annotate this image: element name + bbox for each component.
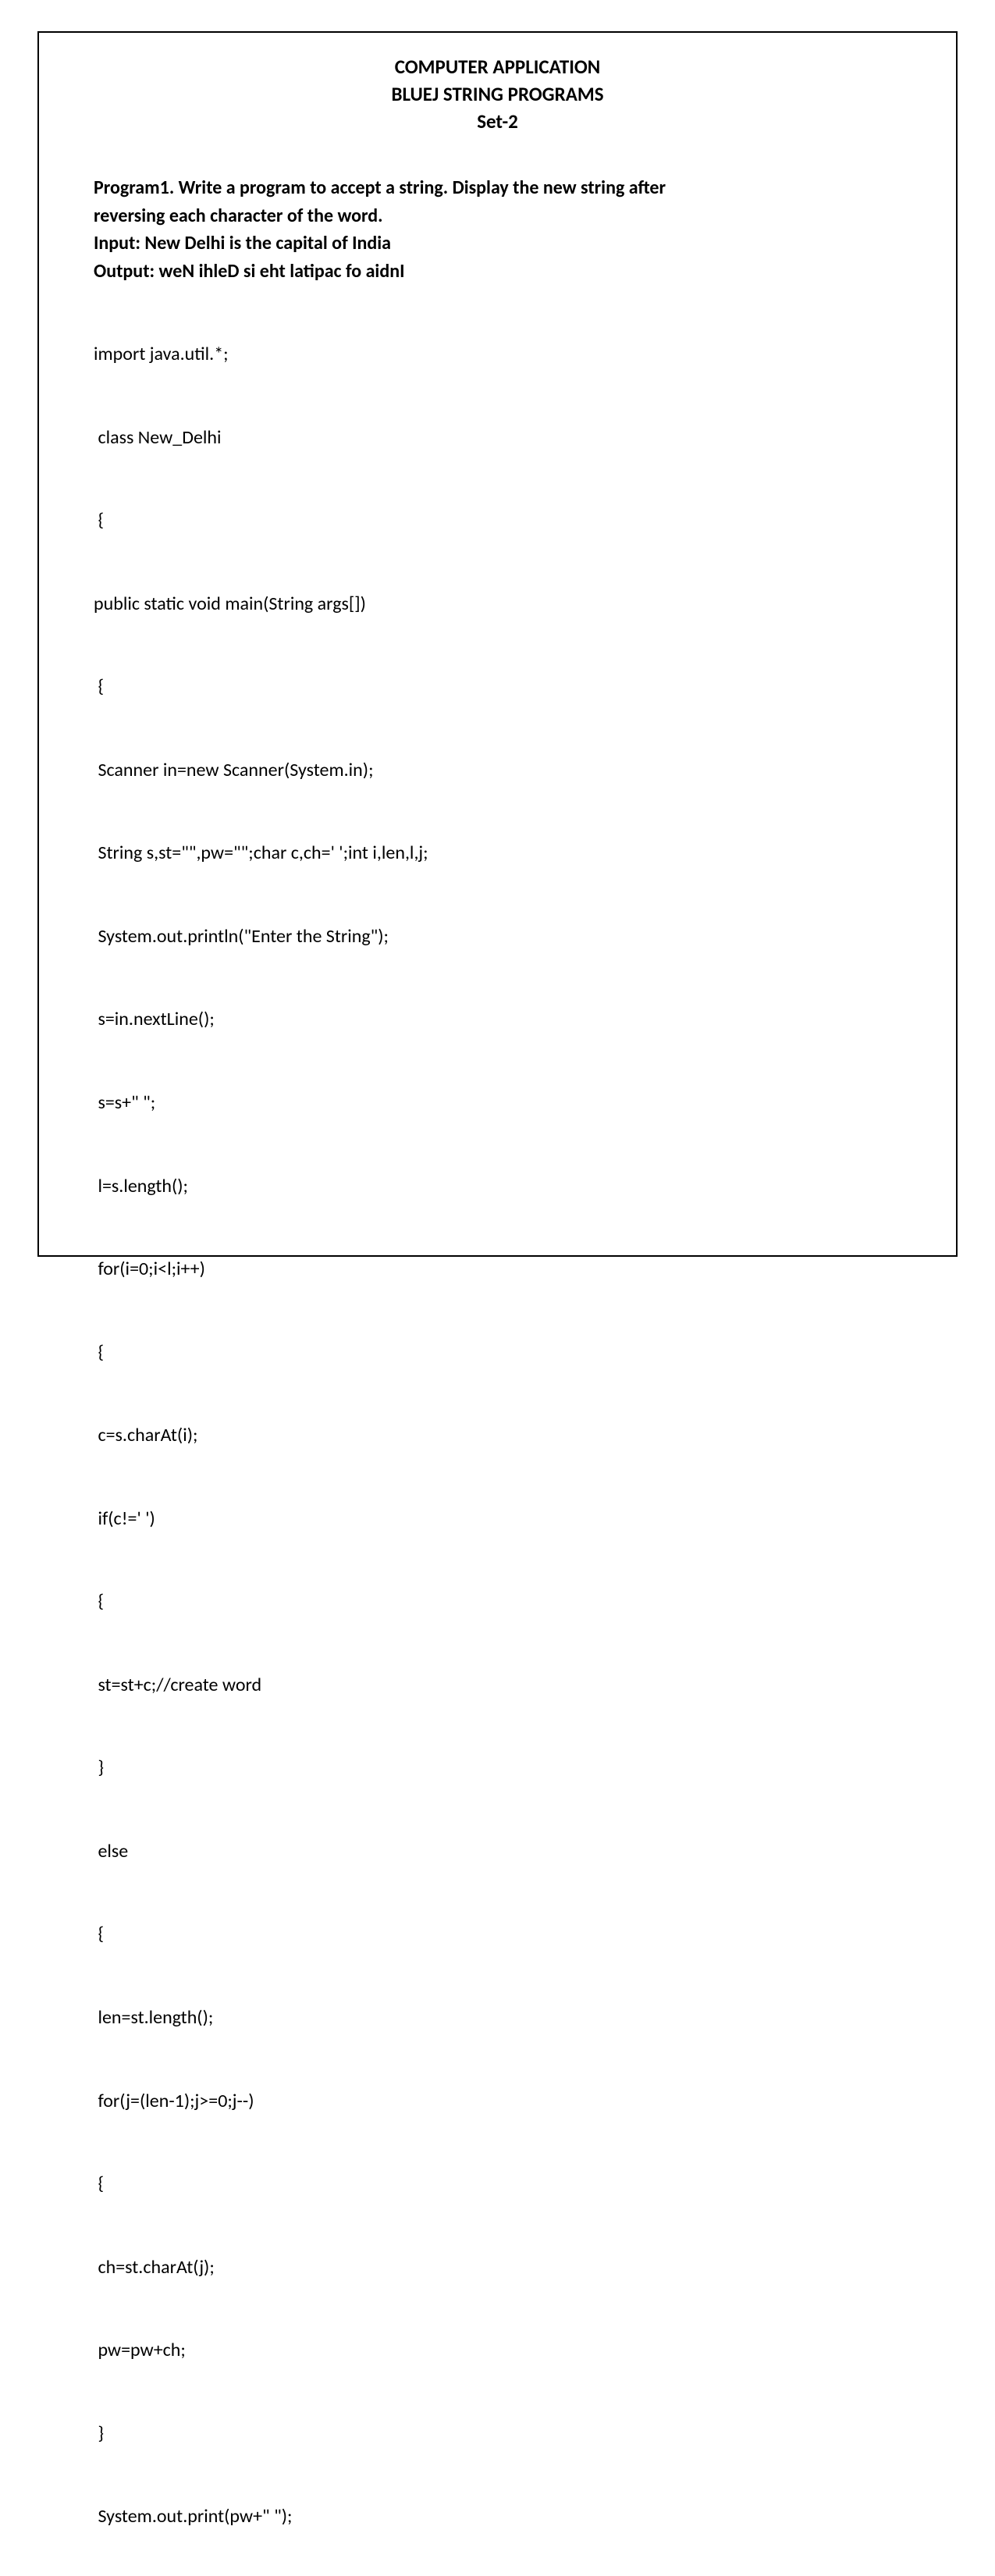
code-line: ch=st.charAt(j);: [94, 2254, 901, 2282]
problem-output: Output: weN ihleD si eht latipac fo aidn…: [94, 258, 901, 286]
code-line: {: [94, 2170, 901, 2198]
problem-input: Input: New Delhi is the capital of India: [94, 229, 901, 258]
header-title-1: COMPUTER APPLICATION: [94, 53, 901, 80]
code-line: Scanner in=new Scanner(System.in);: [94, 756, 901, 785]
code-line: s=in.nextLine();: [94, 1005, 901, 1034]
problem-statement: Program1. Write a program to accept a st…: [94, 174, 901, 285]
code-line: {: [94, 1920, 901, 1948]
code-line: }: [94, 1754, 901, 1782]
document-content: Program1. Write a program to accept a st…: [94, 174, 901, 2576]
code-line: else: [94, 1838, 901, 1866]
code-line: for(i=0;i<l;i++): [94, 1255, 901, 1283]
code-line: import java.util.*;: [94, 340, 901, 368]
code-line: pw=pw+ch;: [94, 2336, 901, 2364]
code-line: {: [94, 1339, 901, 1367]
code-line: }: [94, 2420, 901, 2448]
code-line: len=st.length();: [94, 2004, 901, 2032]
code-line: String s,st="",pw="";char c,ch=' ';int i…: [94, 839, 901, 867]
code-line: s=s+" ";: [94, 1089, 901, 1117]
code-line: st=st+c;//create word: [94, 1671, 901, 1699]
document-header: COMPUTER APPLICATION BLUEJ STRING PROGRA…: [94, 53, 901, 135]
document-page: COMPUTER APPLICATION BLUEJ STRING PROGRA…: [37, 31, 958, 1257]
code-line: {: [94, 507, 901, 535]
code-line: class New_Delhi: [94, 424, 901, 452]
code-line: for(j=(len-1);j>=0;j--): [94, 2087, 901, 2115]
code-line: System.out.print(pw+" ");: [94, 2503, 901, 2531]
code-line: {: [94, 1588, 901, 1616]
code-line: System.out.println("Enter the String");: [94, 923, 901, 951]
code-line: c=s.charAt(i);: [94, 1421, 901, 1450]
code-line: if(c!=' '): [94, 1505, 901, 1533]
code-line: {: [94, 673, 901, 701]
problem-description: reversing each character of the word.: [94, 202, 901, 230]
problem-title: Program1. Write a program to accept a st…: [94, 174, 901, 202]
header-title-2: BLUEJ STRING PROGRAMS: [94, 80, 901, 108]
header-title-3: Set-2: [94, 108, 901, 135]
code-line: l=s.length();: [94, 1172, 901, 1201]
code-block: import java.util.*; class New_Delhi { pu…: [94, 285, 901, 2576]
code-line: public static void main(String args[]): [94, 590, 901, 618]
